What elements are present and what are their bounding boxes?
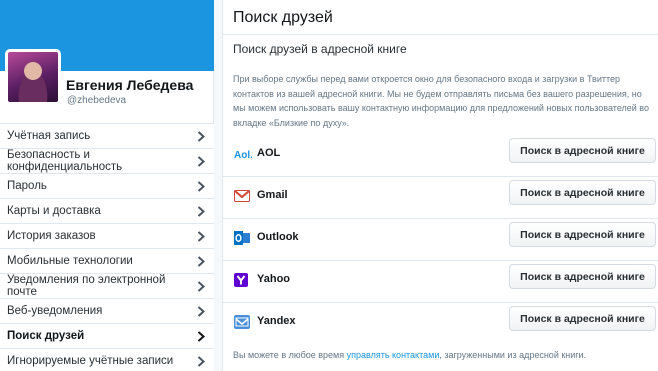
- chevron-right-icon: [196, 180, 206, 192]
- chevron-right-icon: [196, 280, 206, 292]
- chevron-right-icon: [196, 305, 206, 317]
- gmail-icon: [234, 189, 250, 203]
- find-yandex-button[interactable]: Поиск в адресной книге: [509, 306, 656, 331]
- provider-name: Yandex: [257, 315, 296, 327]
- sidebar-item-email-notifications[interactable]: Уведомления по электронной почте: [0, 274, 214, 299]
- chevron-right-icon: [196, 330, 206, 342]
- find-outlook-button[interactable]: Поиск в адресной книге: [509, 222, 656, 247]
- sidebar-item-orders[interactable]: История заказов: [0, 224, 214, 249]
- sidebar-item-label: Уведомления по электронной почте: [7, 274, 166, 298]
- provider-name: Yahoo: [257, 273, 291, 285]
- sidebar-item-find-friends[interactable]: Поиск друзей: [0, 324, 214, 349]
- find-aol-button[interactable]: Поиск в адресной книге: [509, 138, 656, 163]
- sidebar-item-security[interactable]: Безопасность и конфиденциальность: [0, 149, 214, 174]
- sidebar-item-label: Карты и доставка: [7, 205, 101, 217]
- provider-row-outlook: Outlook Поиск в адресной книге: [223, 219, 658, 261]
- manage-contacts-link[interactable]: управлять контактами: [347, 350, 440, 360]
- profile-name[interactable]: Евгения Лебедева: [66, 77, 193, 93]
- aol-icon: Aol.: [234, 147, 253, 161]
- outlook-icon: [234, 231, 250, 245]
- intro-text: При выборе службы перед вами откроется о…: [233, 74, 649, 128]
- provider-row-yandex: Yandex Поиск в адресной книге: [223, 303, 658, 345]
- sidebar-item-label: Веб-уведомления: [7, 305, 103, 317]
- sidebar-item-password[interactable]: Пароль: [0, 174, 214, 199]
- provider-name: AOL: [257, 147, 281, 159]
- sidebar-item-cards[interactable]: Карты и доставка: [0, 199, 214, 224]
- provider-name: Outlook: [257, 231, 299, 243]
- avatar[interactable]: [5, 49, 61, 105]
- provider-row-gmail: Gmail Поиск в адресной книге: [223, 177, 658, 219]
- provider-row-aol: Aol. AOL Поиск в адресной книге: [223, 135, 658, 177]
- sidebar-item-label: Пароль: [7, 180, 47, 192]
- sidebar-item-label: Поиск друзей: [7, 330, 85, 342]
- footer-text-before: Вы можете в любое время: [233, 350, 347, 360]
- sidebar-item-account[interactable]: Учётная запись: [0, 124, 214, 149]
- svg-text:Aol.: Aol.: [234, 150, 252, 160]
- sidebar: Евгения Лебедева @zhebedeva Учётная запи…: [0, 0, 214, 371]
- chevron-right-icon: [196, 355, 206, 367]
- find-yahoo-button[interactable]: Поиск в адресной книге: [509, 264, 656, 289]
- provider-name: Gmail: [257, 189, 288, 201]
- chevron-right-icon: [196, 230, 206, 242]
- sidebar-item-label: Мобильные технологии: [7, 255, 133, 267]
- sidebar-item-label: Учётная запись: [7, 130, 91, 142]
- yandex-icon: [234, 315, 250, 329]
- sidebar-item-label: Игнорируемые учётные записи: [7, 355, 174, 367]
- footer-note: Вы можете в любое время управлять контак…: [233, 350, 586, 360]
- sidebar-item-web-notifications[interactable]: Веб-уведомления: [0, 299, 214, 324]
- find-gmail-button[interactable]: Поиск в адресной книге: [509, 180, 656, 205]
- sidebar-item-muted-accounts[interactable]: Игнорируемые учётные записи: [0, 349, 214, 371]
- chevron-right-icon: [196, 130, 206, 142]
- main-panel: Поиск друзей Поиск друзей в адресной кни…: [222, 0, 658, 371]
- provider-row-yahoo: Yahoo Поиск в адресной книге: [223, 261, 658, 303]
- sidebar-item-label: Безопасность и конфиденциальность: [7, 149, 123, 173]
- divider: [223, 34, 658, 35]
- section-title: Поиск друзей в адресной книге: [233, 42, 407, 56]
- footer-text-after: , загруженными из адресной книги.: [439, 350, 587, 360]
- chevron-right-icon: [196, 205, 206, 217]
- profile-handle[interactable]: @zhebedeva: [67, 95, 126, 106]
- sidebar-item-mobile[interactable]: Мобильные технологии: [0, 249, 214, 274]
- settings-nav: Учётная запись Безопасность и конфиденци…: [0, 123, 214, 371]
- chevron-right-icon: [196, 255, 206, 267]
- page-title: Поиск друзей: [233, 9, 333, 26]
- yahoo-icon: [234, 273, 250, 287]
- sidebar-item-label: История заказов: [7, 230, 96, 242]
- chevron-right-icon: [197, 155, 206, 167]
